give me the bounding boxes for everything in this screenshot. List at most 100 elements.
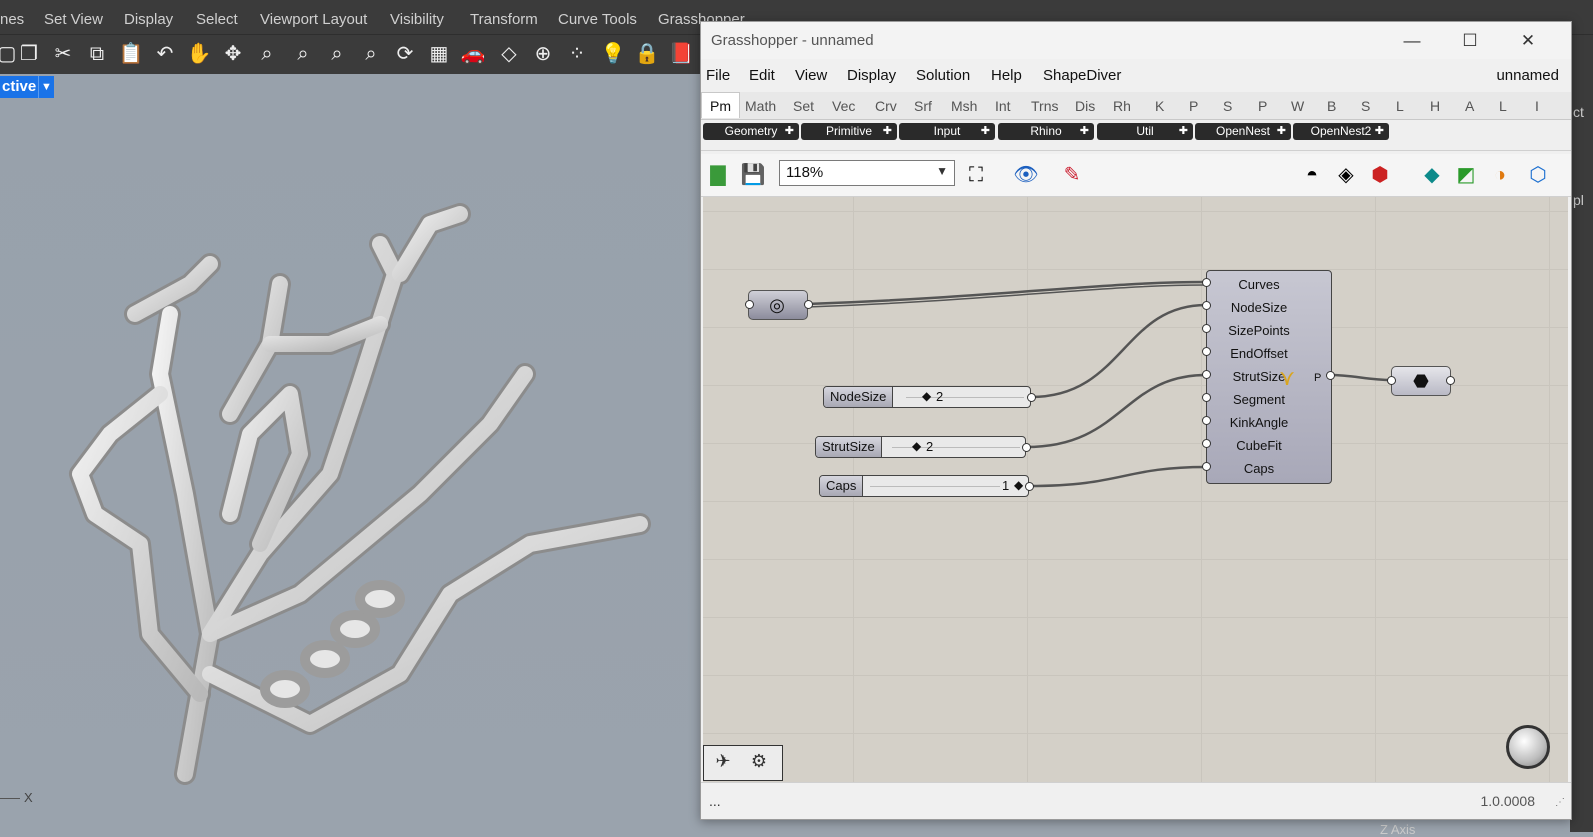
group-input[interactable]: Input ✚	[899, 123, 995, 140]
undo-icon[interactable]: ↶	[150, 39, 180, 69]
input-port[interactable]	[1202, 324, 1211, 333]
rhino-menu-item[interactable]: Select	[196, 11, 238, 28]
slider-grip-icon[interactable]: ◆	[922, 389, 931, 403]
output-port[interactable]	[1027, 393, 1036, 402]
preview-off-icon[interactable]: ◓	[1297, 160, 1327, 190]
tab-mesh[interactable]: Msh	[951, 98, 977, 114]
rhino-menu-item[interactable]: nes	[0, 11, 24, 28]
output-port[interactable]	[804, 300, 813, 309]
menu-help[interactable]: Help	[991, 67, 1022, 84]
bake-icon[interactable]: ⬡	[1523, 160, 1553, 190]
rhino-menu-item[interactable]: Visibility	[390, 11, 444, 28]
zoom-window-icon[interactable]: ⌕	[288, 39, 318, 69]
input-port[interactable]	[1202, 278, 1211, 287]
folder-icon[interactable]: ▇	[703, 160, 733, 190]
tab-surface[interactable]: Srf	[914, 98, 932, 114]
wheel-icon[interactable]: ⚙	[744, 751, 774, 775]
group-util[interactable]: Util ✚	[1097, 123, 1193, 140]
tab-s[interactable]: S	[1223, 98, 1232, 114]
shaded-preview-icon[interactable]: ⬢	[1365, 160, 1395, 190]
tab-rhino[interactable]: Rh	[1113, 98, 1131, 114]
zoom-selected-icon[interactable]: ⌕	[356, 39, 386, 69]
copy-icon[interactable]: ⧉	[82, 39, 112, 69]
cut-icon[interactable]: ✂	[48, 39, 78, 69]
input-port[interactable]	[1387, 376, 1396, 385]
viewport-menu-chevron-icon[interactable]: ▼	[38, 76, 54, 98]
tab-l[interactable]: L	[1396, 98, 1404, 114]
caps-slider[interactable]: Caps 1 ◆	[819, 475, 1029, 497]
menu-view[interactable]: View	[795, 67, 827, 84]
input-cubefit[interactable]: CubeFit	[1207, 438, 1311, 453]
group-opennest[interactable]: OpenNest ✚	[1195, 123, 1291, 140]
rhino-menu-item[interactable]: Viewport Layout	[260, 11, 367, 28]
copy-doc-icon[interactable]: ❐	[14, 39, 44, 69]
tab-p[interactable]: P	[1189, 98, 1198, 114]
input-port[interactable]	[1202, 370, 1211, 379]
slider-grip-icon[interactable]: ◆	[912, 439, 921, 453]
nodesize-slider[interactable]: NodeSize ◆ 2	[823, 386, 1031, 408]
paste-icon[interactable]: 📋	[116, 39, 146, 69]
rhino-menu-item[interactable]: Transform	[470, 11, 538, 28]
four-view-icon[interactable]: ▦	[424, 39, 454, 69]
points-icon[interactable]: ⁘	[562, 39, 592, 69]
group-rhino[interactable]: Rhino ✚	[998, 123, 1094, 140]
maximize-icon[interactable]: ☐	[1447, 22, 1493, 59]
tab-l2[interactable]: L	[1499, 98, 1507, 114]
rhino-menu-item[interactable]: Set View	[44, 11, 103, 28]
group-primitive[interactable]: Primitive ✚	[801, 123, 897, 140]
tab-math[interactable]: Math	[745, 98, 776, 114]
expand-icon[interactable]: ✚	[1080, 123, 1089, 140]
input-kinkangle[interactable]: KinkAngle	[1207, 415, 1311, 430]
rotate-view-icon[interactable]: ✥	[218, 39, 248, 69]
tab-h[interactable]: H	[1430, 98, 1440, 114]
input-port[interactable]	[1202, 439, 1211, 448]
input-strutsize[interactable]: StrutSize	[1207, 369, 1311, 384]
sketch-icon[interactable]: ✎	[1057, 160, 1087, 190]
input-curves[interactable]: Curves	[1207, 277, 1311, 292]
zoom-extents-icon[interactable]: ⌕	[322, 39, 352, 69]
input-port[interactable]	[1202, 393, 1211, 402]
menu-edit[interactable]: Edit	[749, 67, 775, 84]
menu-solution[interactable]: Solution	[916, 67, 970, 84]
output-port[interactable]	[1446, 376, 1455, 385]
lock-icon[interactable]: 🔒	[632, 39, 662, 69]
tab-intersect[interactable]: Int	[995, 98, 1011, 114]
tab-a[interactable]: A	[1465, 98, 1474, 114]
expand-icon[interactable]: ✚	[883, 123, 892, 140]
group-opennest2[interactable]: OpenNest2 ✚	[1293, 123, 1389, 140]
tab-params[interactable]: Pm	[701, 92, 740, 118]
tab-display[interactable]: Dis	[1075, 98, 1095, 114]
rhino-menu-item[interactable]: Curve Tools	[558, 11, 637, 28]
expand-icon[interactable]: ✚	[1179, 123, 1188, 140]
input-nodesize[interactable]: NodeSize	[1207, 300, 1311, 315]
zoom-icon[interactable]: ⌕	[252, 39, 282, 69]
wireframe-preview-icon[interactable]: ◈	[1331, 160, 1361, 190]
save-icon[interactable]: 💾	[738, 160, 768, 190]
mesh-parameter[interactable]: ⬣	[1391, 366, 1451, 396]
zoom-extents-icon[interactable]: ⛶	[961, 160, 991, 190]
expand-icon[interactable]: ✚	[1277, 123, 1286, 140]
lattice-component[interactable]: Curves NodeSize SizePoints EndOffset Str…	[1206, 270, 1332, 484]
input-sizepoints[interactable]: SizePoints	[1207, 323, 1311, 338]
pan-icon[interactable]: ✋	[184, 39, 214, 69]
lightbulb-icon[interactable]: 💡	[598, 39, 628, 69]
menu-shapediver[interactable]: ShapeDiver	[1043, 67, 1121, 84]
expand-icon[interactable]: ✚	[1375, 123, 1384, 140]
input-endoffset[interactable]: EndOffset	[1207, 346, 1311, 361]
curve-parameter[interactable]: ◎	[748, 290, 808, 320]
tab-vector[interactable]: Vec	[832, 98, 855, 114]
expand-icon[interactable]: ✚	[785, 123, 794, 140]
plane-icon[interactable]: ✈	[708, 751, 738, 775]
output-port[interactable]	[1326, 371, 1335, 380]
input-port[interactable]	[1202, 416, 1211, 425]
output-port[interactable]	[1025, 482, 1034, 491]
input-segment[interactable]: Segment	[1207, 392, 1311, 407]
strutsize-slider[interactable]: StrutSize ◆ 2	[815, 436, 1026, 458]
title-bar[interactable]: Grasshopper - unnamed — ☐ ✕	[701, 22, 1571, 59]
tab-b[interactable]: B	[1327, 98, 1336, 114]
tab-curve[interactable]: Crv	[875, 98, 897, 114]
selected-preview-icon[interactable]: ◆	[1417, 160, 1447, 190]
output-p[interactable]: P	[1314, 372, 1321, 384]
resize-grip-icon[interactable]: ⋰	[1555, 797, 1565, 808]
viewport-title[interactable]: ctive	[0, 76, 43, 98]
